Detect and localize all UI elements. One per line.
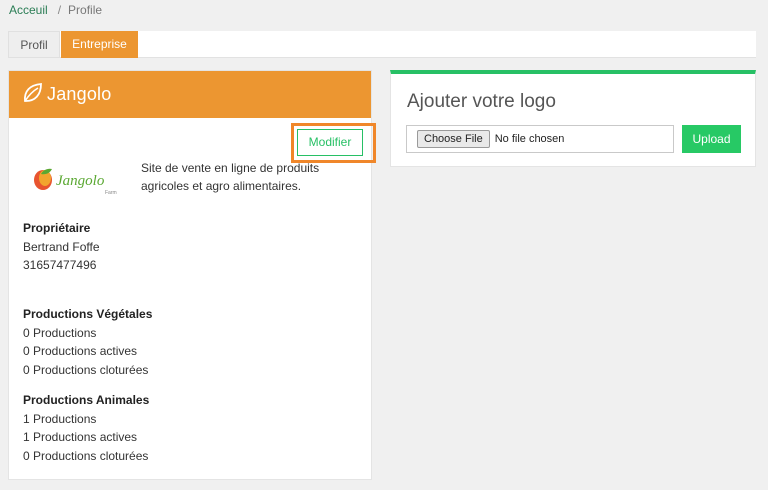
breadcrumb: Acceuil / Profile — [9, 2, 102, 18]
logo-upload-card: Ajouter votre logo Choose File No file c… — [390, 70, 756, 167]
animal-closed: 0 Productions cloturées — [23, 448, 149, 463]
vegetal-active: 0 Productions actives — [23, 344, 138, 358]
tab-entreprise[interactable]: Entreprise — [61, 31, 138, 58]
leaf-icon — [20, 81, 44, 108]
owner-phone: 31657477496 — [23, 258, 97, 272]
owner-section: Propriétaire Bertrand Foffe 31657477496 — [23, 219, 100, 275]
logo-subtext: Farm — [105, 190, 117, 196]
breadcrumb-current: Profile — [68, 3, 103, 17]
vegetal-title: Productions Végétales — [23, 307, 153, 321]
tab-bar: Profil Entreprise — [8, 31, 756, 58]
vegetal-closed: 0 Productions cloturées — [23, 362, 149, 377]
owner-title: Propriétaire — [23, 221, 91, 235]
company-description: Site de vente en ligne de produits agric… — [141, 161, 320, 193]
breadcrumb-home-link[interactable]: Acceuil — [9, 3, 48, 17]
vegetal-section: Productions Végétales 0 Productions 0 Pr… — [23, 305, 152, 379]
animal-title: Productions Animales — [23, 393, 150, 407]
logo-wordmark: Jangolo — [56, 173, 105, 189]
animal-total: 1 Productions — [23, 411, 97, 426]
animal-active: 1 Productions actives — [23, 430, 138, 444]
tab-profil[interactable]: Profil — [8, 31, 60, 58]
animal-section: Productions Animales 1 Productions 1 Pro… — [23, 391, 149, 465]
choose-file-button[interactable]: Choose File — [417, 130, 490, 148]
company-card-header: Jangolo — [9, 71, 371, 118]
logo-upload-heading: Ajouter votre logo — [407, 91, 556, 112]
modifier-button[interactable]: Modifier — [297, 129, 363, 156]
owner-name: Bertrand Foffe — [23, 239, 100, 254]
company-card: Jangolo Modifier Jangolo Farm Site de ve… — [8, 70, 376, 480]
modifier-highlight: Modifier — [291, 123, 376, 163]
upload-button[interactable]: Upload — [682, 125, 741, 153]
file-input[interactable]: Choose File No file chosen — [406, 125, 674, 153]
file-status-text: No file chosen — [494, 133, 565, 145]
company-brand-name: Jangolo — [47, 84, 112, 104]
vegetal-total: 0 Productions — [23, 325, 97, 340]
company-logo: Jangolo Farm — [33, 164, 119, 196]
breadcrumb-separator: / — [57, 3, 62, 17]
